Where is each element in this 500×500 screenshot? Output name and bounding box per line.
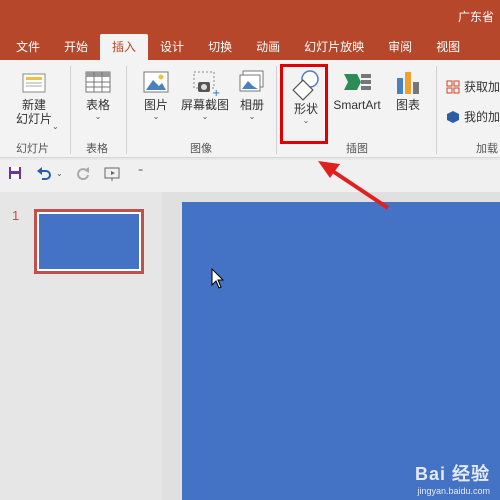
chevron-down-icon: ⌄ [248, 112, 256, 121]
save-icon[interactable] [8, 166, 22, 180]
table-icon [85, 71, 111, 93]
screenshot-icon: + [193, 71, 220, 98]
slide-canvas[interactable] [182, 202, 500, 500]
tab-review[interactable]: 审阅 [376, 34, 424, 60]
slide-thumbnail-content [39, 214, 139, 269]
tab-animations[interactable]: 动画 [244, 34, 292, 60]
svg-text:+: + [212, 88, 220, 98]
shapes-icon [292, 70, 319, 101]
chevron-down-icon[interactable]: ⌄ [56, 169, 63, 178]
chevron-down-icon: ⌄ [201, 112, 209, 121]
group-tables-label: 表格 [86, 143, 108, 155]
screenshot-button[interactable]: + 屏幕截图 ⌄ [178, 68, 232, 122]
shapes-button[interactable]: 形状 ⌄ [286, 68, 326, 126]
smartart-icon [344, 74, 371, 90]
group-separator [126, 66, 127, 154]
tab-insert[interactable]: 插入 [100, 34, 149, 60]
store-icon [446, 80, 460, 93]
undo-icon[interactable] [36, 166, 52, 180]
photo-album-label: 相册 [239, 98, 264, 112]
my-addins-label: 我的加 [464, 110, 500, 124]
smartart-button[interactable]: SmartArt [330, 68, 384, 112]
group-slides-label: 幻灯片 [16, 143, 49, 155]
chart-icon [397, 72, 419, 94]
chevron-down-icon: ⌄ [52, 122, 59, 131]
get-addins-label: 获取加 [464, 80, 500, 94]
group-illustrations-label: 插图 [346, 143, 368, 155]
chevron-down-icon: ⌄ [302, 116, 310, 125]
tab-slideshow[interactable]: 幻灯片放映 [292, 34, 376, 60]
photo-album-button[interactable]: 相册 ⌄ [234, 68, 270, 122]
picture-label: 图片 [143, 98, 168, 112]
watermark-url: jingyan.baidu.com [417, 486, 490, 496]
window-title: 广东省 [457, 10, 494, 24]
tab-design[interactable]: 设计 [148, 34, 196, 60]
table-button[interactable]: 表格 ⌄ [78, 68, 118, 122]
smartart-label: SmartArt [333, 98, 381, 112]
group-addins-label: 加载 [476, 143, 498, 155]
new-slide-button[interactable]: 新建 幻灯片 [8, 68, 60, 126]
start-slideshow-icon[interactable] [104, 166, 122, 182]
picture-icon [143, 71, 169, 93]
ribbon: 新建 幻灯片 ⌄ 幻灯片 表格 ⌄ 表格 图片 ⌄ + 屏幕截图 ⌄ 相册 ⌄ … [0, 60, 500, 158]
screenshot-label: 屏幕截图 [180, 98, 229, 112]
tab-transitions[interactable]: 切换 [196, 34, 244, 60]
group-images-label: 图像 [190, 143, 212, 155]
chart-button[interactable]: 图表 [388, 68, 428, 112]
picture-button[interactable]: 图片 ⌄ [136, 68, 176, 122]
addins-icon [447, 110, 459, 123]
tab-file[interactable]: 文件 [0, 34, 52, 60]
chevron-down-icon: ⌄ [94, 112, 102, 121]
watermark-brand: Bai 经验 [414, 464, 490, 484]
slide-number: 1 [12, 208, 20, 223]
redo-icon[interactable] [76, 166, 90, 180]
chart-label: 图表 [395, 98, 420, 112]
watermark: Bai 经验 jingyan.baidu.com [415, 460, 490, 496]
mouse-cursor-icon [211, 268, 225, 289]
my-addins-button[interactable]: 我的加 [446, 108, 500, 125]
ribbon-tabs: 文件 开始 插入 设计 切换 动画 幻灯片放映 审阅 视图 [0, 34, 500, 60]
group-separator [436, 66, 437, 154]
new-slide-label-1: 新建 [21, 98, 46, 112]
table-label: 表格 [85, 98, 110, 112]
tab-view[interactable]: 视图 [424, 34, 472, 60]
photo-album-icon [239, 70, 264, 92]
slide-thumbnail-pane: 1 [0, 192, 162, 500]
tab-home[interactable]: 开始 [52, 34, 100, 60]
group-separator [276, 66, 277, 154]
group-separator [70, 66, 71, 154]
title-bar: 广东省 [0, 0, 500, 34]
chevron-down-icon: ⌄ [152, 112, 160, 121]
slide-thumbnail[interactable] [34, 209, 144, 274]
slide-editor [162, 192, 500, 500]
new-slide-label-2: 幻灯片 [15, 112, 52, 126]
new-slide-icon [22, 73, 46, 93]
get-addins-button[interactable]: 获取加 [446, 78, 500, 95]
quick-access-toolbar: ⌄ ⁼ [0, 160, 500, 192]
shapes-label: 形状 [293, 102, 318, 116]
customize-toolbar-icon[interactable]: ⁼ [138, 167, 143, 178]
